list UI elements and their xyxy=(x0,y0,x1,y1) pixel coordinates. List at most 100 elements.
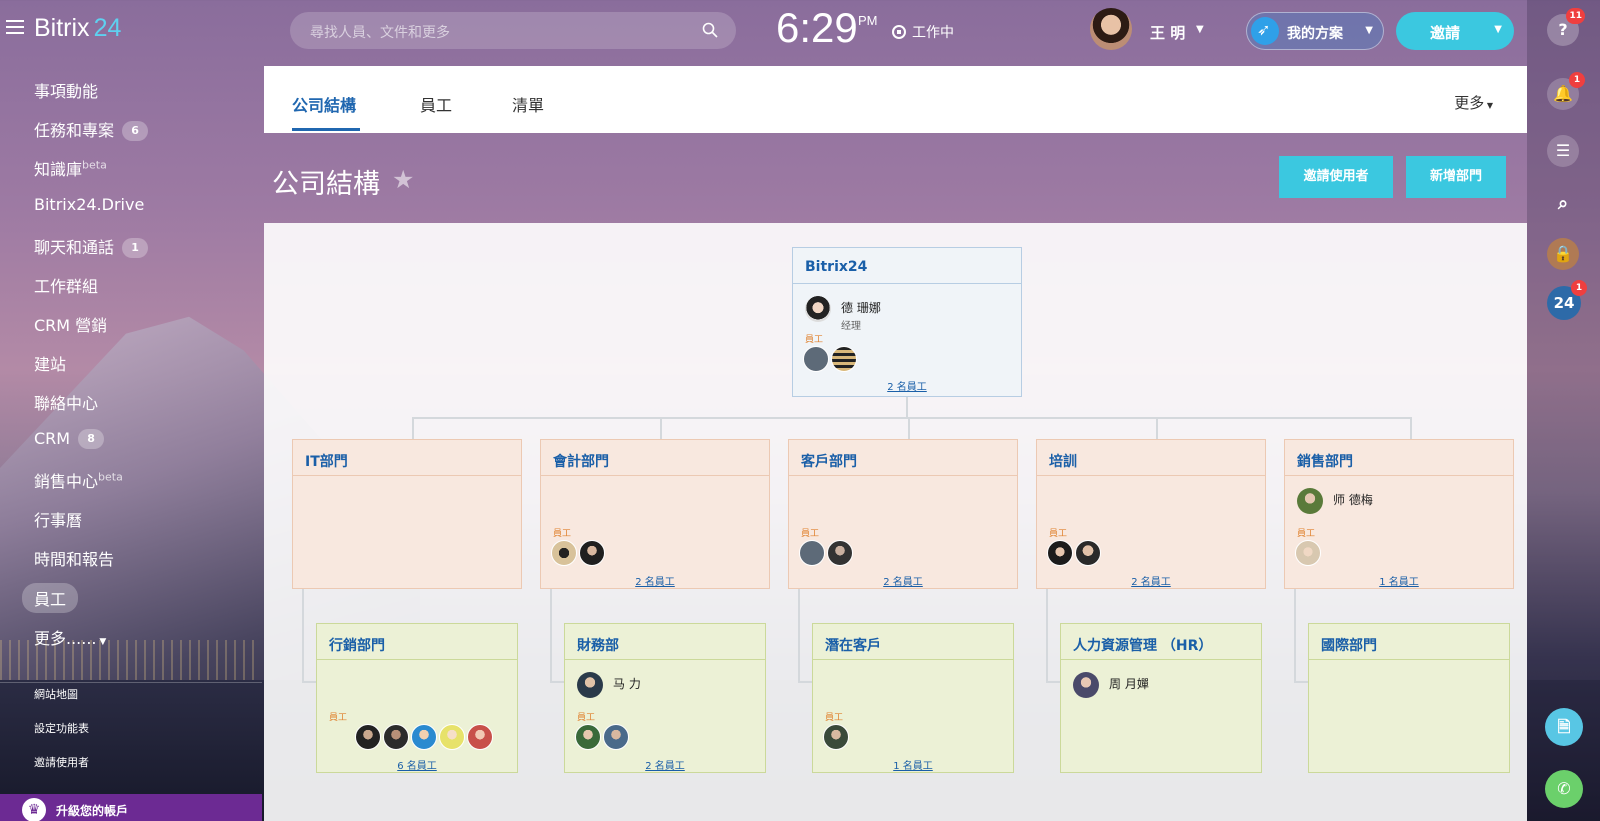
manager-name[interactable]: 师 德梅 xyxy=(1333,491,1373,508)
org-card-sub-marketing[interactable]: 行銷部門 員工 6 名員工 xyxy=(316,623,518,773)
department-name[interactable]: IT部門 xyxy=(293,440,521,476)
avatar[interactable] xyxy=(803,346,829,372)
avatar[interactable] xyxy=(1295,540,1321,566)
star-icon[interactable]: ★ xyxy=(392,165,414,194)
search-icon[interactable] xyxy=(702,22,718,38)
sidebar-item-crm-marketing[interactable]: CRM 營銷 xyxy=(34,312,107,336)
avatar[interactable] xyxy=(439,724,465,750)
org-card-dept-it[interactable]: IT部門 xyxy=(292,439,522,589)
add-department-button[interactable]: 新增部門 xyxy=(1406,156,1506,198)
upgrade-account-button[interactable]: ♛ 升級您的帳戶 xyxy=(0,794,262,821)
sidebar-link-sitemap[interactable]: 網站地圖 xyxy=(34,686,78,702)
employee-count-link[interactable]: 6 名員工 xyxy=(317,757,517,772)
manager-name[interactable]: 马 力 xyxy=(613,675,641,692)
manager-name[interactable]: 周 月嬋 xyxy=(1109,675,1149,692)
more-menu[interactable]: 更多 ▼ xyxy=(1454,92,1493,113)
employee-count-link[interactable]: 2 名員工 xyxy=(793,378,1021,393)
sidebar-item-contact-center[interactable]: 聯絡中心 xyxy=(34,390,98,414)
sidebar-item-sites[interactable]: 建站 xyxy=(34,351,66,375)
avatar[interactable] xyxy=(579,540,605,566)
document-icon[interactable]: 🗎 xyxy=(1545,708,1583,746)
sidebar-item-feed[interactable]: 事項動能 xyxy=(34,78,98,102)
department-name[interactable]: 國際部門 xyxy=(1309,624,1509,660)
employee-count-link[interactable]: 2 名員工 xyxy=(1037,573,1265,588)
avatar[interactable] xyxy=(575,724,601,750)
sidebar-item-drive[interactable]: Bitrix24.Drive xyxy=(34,195,144,214)
avatar[interactable] xyxy=(411,724,437,750)
avatar[interactable] xyxy=(805,296,831,322)
sidebar-item-time-reports[interactable]: 時間和報告 xyxy=(34,546,114,570)
sidebar-item-calendar[interactable]: 行事曆 xyxy=(34,507,82,531)
avatar[interactable] xyxy=(799,540,825,566)
user-name[interactable]: 王 明 xyxy=(1150,22,1185,43)
tab-employees[interactable]: 員工 xyxy=(420,92,452,116)
manager-name[interactable]: 德 珊娜 xyxy=(841,299,881,316)
employee-count-link[interactable]: 2 名員工 xyxy=(541,573,769,588)
department-name[interactable]: 銷售部門 xyxy=(1285,440,1513,476)
invite-button[interactable]: 邀請 ▼ xyxy=(1396,12,1514,50)
employee-count-link[interactable]: 2 名員工 xyxy=(789,573,1017,588)
org-card-dept-training[interactable]: 培訓 員工 2 名員工 xyxy=(1036,439,1266,589)
sidebar-item-tasks[interactable]: 任務和專案 6 xyxy=(34,117,149,141)
org-card-dept-accounting[interactable]: 會計部門 員工 2 名員工 xyxy=(540,439,770,589)
department-name[interactable]: 客戶部門 xyxy=(789,440,1017,476)
sidebar-item-knowledge-base[interactable]: 知識庫beta xyxy=(34,156,107,180)
department-name[interactable]: Bitrix24 xyxy=(793,248,1021,284)
chat-icon[interactable]: ☰ xyxy=(1547,135,1579,167)
user-avatar[interactable] xyxy=(1090,8,1132,50)
tab-list[interactable]: 清單 xyxy=(512,92,544,116)
avatar[interactable] xyxy=(1297,488,1323,514)
avatar[interactable] xyxy=(823,724,849,750)
avatar[interactable] xyxy=(831,346,857,372)
avatar[interactable] xyxy=(355,724,381,750)
org-card-sub-finance[interactable]: 財務部 马 力 員工 2 名員工 xyxy=(564,623,766,773)
work-status[interactable]: 工作中 xyxy=(892,22,954,42)
avatar[interactable] xyxy=(577,672,603,698)
org-card-sub-leads[interactable]: 潛在客戶 員工 1 名員工 xyxy=(812,623,1014,773)
sidebar-item-crm[interactable]: CRM 8 xyxy=(34,429,105,449)
sidebar-item-sales-center[interactable]: 銷售中心beta xyxy=(34,468,123,492)
lock-icon[interactable]: 🔒 xyxy=(1547,238,1579,270)
sidebar-link-configure-menu[interactable]: 設定功能表 xyxy=(34,720,89,736)
avatar[interactable] xyxy=(383,724,409,750)
avatar[interactable] xyxy=(827,540,853,566)
app-logo[interactable]: Bitrix 24 xyxy=(34,14,121,43)
org-card-root[interactable]: Bitrix24 德 珊娜 经理 員工 2 名員工 xyxy=(792,247,1022,397)
avatar[interactable] xyxy=(467,724,493,750)
org-card-dept-sales[interactable]: 銷售部門 师 德梅 員工 1 名員工 xyxy=(1284,439,1514,589)
chevron-down-icon[interactable]: ▼ xyxy=(1196,24,1204,35)
bitrix24-icon[interactable]: 24 1 xyxy=(1547,280,1587,320)
department-name[interactable]: 財務部 xyxy=(565,624,765,660)
avatar[interactable] xyxy=(603,724,629,750)
avatar[interactable] xyxy=(1047,540,1073,566)
phone-icon[interactable]: ✆ xyxy=(1545,770,1583,808)
search-input[interactable]: 尋找人員、文件和更多 xyxy=(290,12,736,49)
avatar[interactable] xyxy=(551,540,577,566)
invite-users-button[interactable]: 邀請使用者 xyxy=(1279,156,1393,198)
sidebar-item-chat[interactable]: 聊天和通話 1 xyxy=(34,234,149,258)
department-name[interactable]: 培訓 xyxy=(1037,440,1265,476)
clock[interactable]: 6:29 PM xyxy=(776,4,878,52)
department-name[interactable]: 行銷部門 xyxy=(317,624,517,660)
employee-count-link[interactable]: 1 名員工 xyxy=(1285,573,1513,588)
bell-icon[interactable]: 🔔 1 xyxy=(1547,72,1585,110)
employee-count-link[interactable]: 1 名員工 xyxy=(813,757,1013,772)
org-card-sub-hr[interactable]: 人力資源管理 （HR） 周 月嬋 xyxy=(1060,623,1262,773)
department-name[interactable]: 人力資源管理 （HR） xyxy=(1061,624,1261,660)
sidebar-item-workgroups[interactable]: 工作群組 xyxy=(34,273,98,297)
org-card-dept-customer[interactable]: 客戶部門 員工 2 名員工 xyxy=(788,439,1018,589)
menu-icon[interactable] xyxy=(6,20,24,34)
my-plan-button[interactable]: 我的方案 ▼ xyxy=(1246,12,1384,50)
search-icon[interactable]: ⌕ xyxy=(1547,188,1579,220)
department-name[interactable]: 會計部門 xyxy=(541,440,769,476)
sidebar-item-employees[interactable]: 員工 xyxy=(22,583,79,613)
avatar[interactable] xyxy=(1075,540,1101,566)
org-card-sub-international[interactable]: 國際部門 xyxy=(1308,623,1510,773)
employee-count-link[interactable]: 2 名員工 xyxy=(565,757,765,772)
avatar[interactable] xyxy=(1073,672,1099,698)
sidebar-link-invite-users[interactable]: 邀請使用者 xyxy=(34,754,89,770)
department-name[interactable]: 潛在客戶 xyxy=(813,624,1013,660)
sidebar-item-more[interactable]: 更多...... ▼ xyxy=(34,625,106,649)
help-icon[interactable]: ? 11 xyxy=(1547,8,1585,46)
tab-company-structure[interactable]: 公司結構 xyxy=(292,92,356,116)
